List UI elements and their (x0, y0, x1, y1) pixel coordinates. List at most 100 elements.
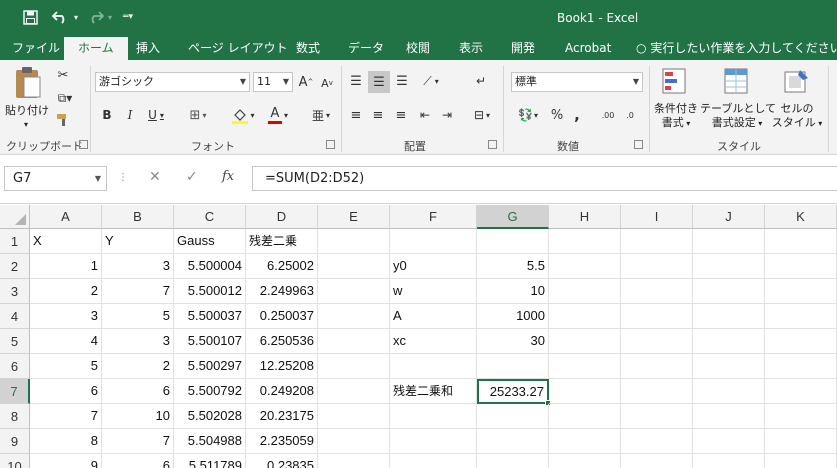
cell-d3[interactable]: 2.249963 (246, 279, 318, 304)
undo-dropdown-icon[interactable]: ▾ (72, 7, 80, 27)
comma-button[interactable]: , (570, 105, 584, 125)
cell-d6[interactable]: 12.25208 (246, 354, 318, 379)
column-header-i[interactable]: I (621, 205, 693, 229)
borders-icon[interactable]: ⊞ ▾ (184, 105, 212, 125)
cell-a8[interactable]: 7 (30, 404, 102, 429)
cell-g8[interactable] (477, 404, 549, 429)
column-header-g[interactable]: G (477, 205, 549, 229)
cell-g6[interactable] (477, 354, 549, 379)
column-header-f[interactable]: F (390, 205, 477, 229)
cell-h8[interactable] (549, 404, 621, 429)
column-header-c[interactable]: C (174, 205, 246, 229)
cell-g2[interactable]: 5.5 (477, 254, 549, 279)
tab-review[interactable]: 校閲 (398, 37, 438, 60)
cell-g10[interactable] (477, 454, 549, 468)
redo-dropdown-icon[interactable]: ▾ (106, 7, 114, 27)
column-header-a[interactable]: A (30, 205, 102, 229)
row-header-4[interactable]: 4 (0, 304, 30, 329)
font-launcher-icon[interactable] (326, 140, 335, 149)
cell-a2[interactable]: 1 (30, 254, 102, 279)
cell-b4[interactable]: 5 (102, 304, 174, 329)
cell-g1[interactable] (477, 229, 549, 254)
font-color-icon[interactable]: A ▾ (263, 104, 293, 126)
cell-a1[interactable]: X (30, 229, 102, 254)
cell-h3[interactable] (549, 279, 621, 304)
tab-view[interactable]: 表示 (451, 37, 491, 60)
cell-i7[interactable] (621, 379, 693, 404)
cell-e3[interactable] (318, 279, 390, 304)
cell-k2[interactable] (765, 254, 837, 279)
cell-a3[interactable]: 2 (30, 279, 102, 304)
undo-icon[interactable] (49, 7, 71, 27)
accounting-format-icon[interactable]: 💱 ▾ (513, 105, 543, 125)
cell-j6[interactable] (693, 354, 765, 379)
cell-f3[interactable]: w (390, 279, 477, 304)
copy-icon[interactable]: ⧉▾ (54, 89, 76, 107)
cell-f7[interactable]: 残差二乗和 (390, 379, 477, 404)
cell-d1[interactable]: 残差二乗 (246, 229, 318, 254)
conditional-formatting-button[interactable] (660, 66, 690, 98)
row-header-5[interactable]: 5 (0, 329, 30, 354)
cell-e9[interactable] (318, 429, 390, 454)
save-icon[interactable] (20, 7, 40, 27)
phonetic-icon[interactable]: 亜 ▾ (307, 104, 335, 126)
row-header-10[interactable]: 10 (0, 454, 30, 468)
paste-button[interactable] (8, 64, 48, 102)
cell-f4[interactable]: A (390, 304, 477, 329)
cell-h10[interactable] (549, 454, 621, 468)
cell-styles-button[interactable] (782, 66, 812, 98)
row-header-9[interactable]: 9 (0, 429, 30, 454)
cell-c7[interactable]: 5.500792 (174, 379, 246, 404)
paste-dropdown-icon[interactable]: ▾ (24, 118, 28, 132)
align-left-icon[interactable]: ≡ (346, 105, 366, 125)
cell-e4[interactable] (318, 304, 390, 329)
column-header-k[interactable]: K (765, 205, 837, 229)
cell-f8[interactable] (390, 404, 477, 429)
cell-f1[interactable] (390, 229, 477, 254)
cell-k9[interactable] (765, 429, 837, 454)
cell-a5[interactable]: 4 (30, 329, 102, 354)
tab-acrobat[interactable]: Acrobat (557, 37, 619, 60)
cell-c3[interactable]: 5.500012 (174, 279, 246, 304)
cell-e2[interactable] (318, 254, 390, 279)
cell-a4[interactable]: 3 (30, 304, 102, 329)
cell-j2[interactable] (693, 254, 765, 279)
format-as-table-button[interactable] (722, 66, 752, 98)
row-header-7[interactable]: 7 (0, 379, 30, 404)
cell-d5[interactable]: 6.250536 (246, 329, 318, 354)
cell-d7[interactable]: 0.249208 (246, 379, 318, 404)
column-header-e[interactable]: E (318, 205, 390, 229)
row-header-6[interactable]: 6 (0, 354, 30, 379)
cell-h2[interactable] (549, 254, 621, 279)
cell-b9[interactable]: 7 (102, 429, 174, 454)
cell-e7[interactable] (318, 379, 390, 404)
orientation-icon[interactable]: ⟋ ▾ (417, 71, 445, 91)
tab-data[interactable]: データ (340, 37, 392, 60)
bold-button[interactable]: B (98, 105, 116, 125)
row-header-2[interactable]: 2 (0, 254, 30, 279)
cell-d8[interactable]: 20.23175 (246, 404, 318, 429)
wrap-text-icon[interactable]: ↵ (471, 71, 491, 91)
cell-e10[interactable] (318, 454, 390, 468)
cell-i3[interactable] (621, 279, 693, 304)
cell-c6[interactable]: 5.500297 (174, 354, 246, 379)
cell-d9[interactable]: 2.235059 (246, 429, 318, 454)
cell-b5[interactable]: 3 (102, 329, 174, 354)
row-header-1[interactable]: 1 (0, 229, 30, 254)
cell-j5[interactable] (693, 329, 765, 354)
format-painter-icon[interactable] (54, 111, 72, 129)
underline-button[interactable]: U ▾ (143, 105, 169, 125)
cell-f10[interactable] (390, 454, 477, 468)
cell-j9[interactable] (693, 429, 765, 454)
cell-k5[interactable] (765, 329, 837, 354)
cut-icon[interactable]: ✂ (54, 66, 72, 84)
number-format-select[interactable]: 標準 ▼ (511, 72, 643, 92)
cell-g3[interactable]: 10 (477, 279, 549, 304)
cell-i2[interactable] (621, 254, 693, 279)
cell-b6[interactable]: 2 (102, 354, 174, 379)
tab-page-layout[interactable]: ページ レイアウト (180, 37, 296, 60)
cell-k10[interactable] (765, 454, 837, 468)
cell-g5[interactable]: 30 (477, 329, 549, 354)
insert-function-icon[interactable]: fx (222, 169, 234, 184)
cell-i1[interactable] (621, 229, 693, 254)
